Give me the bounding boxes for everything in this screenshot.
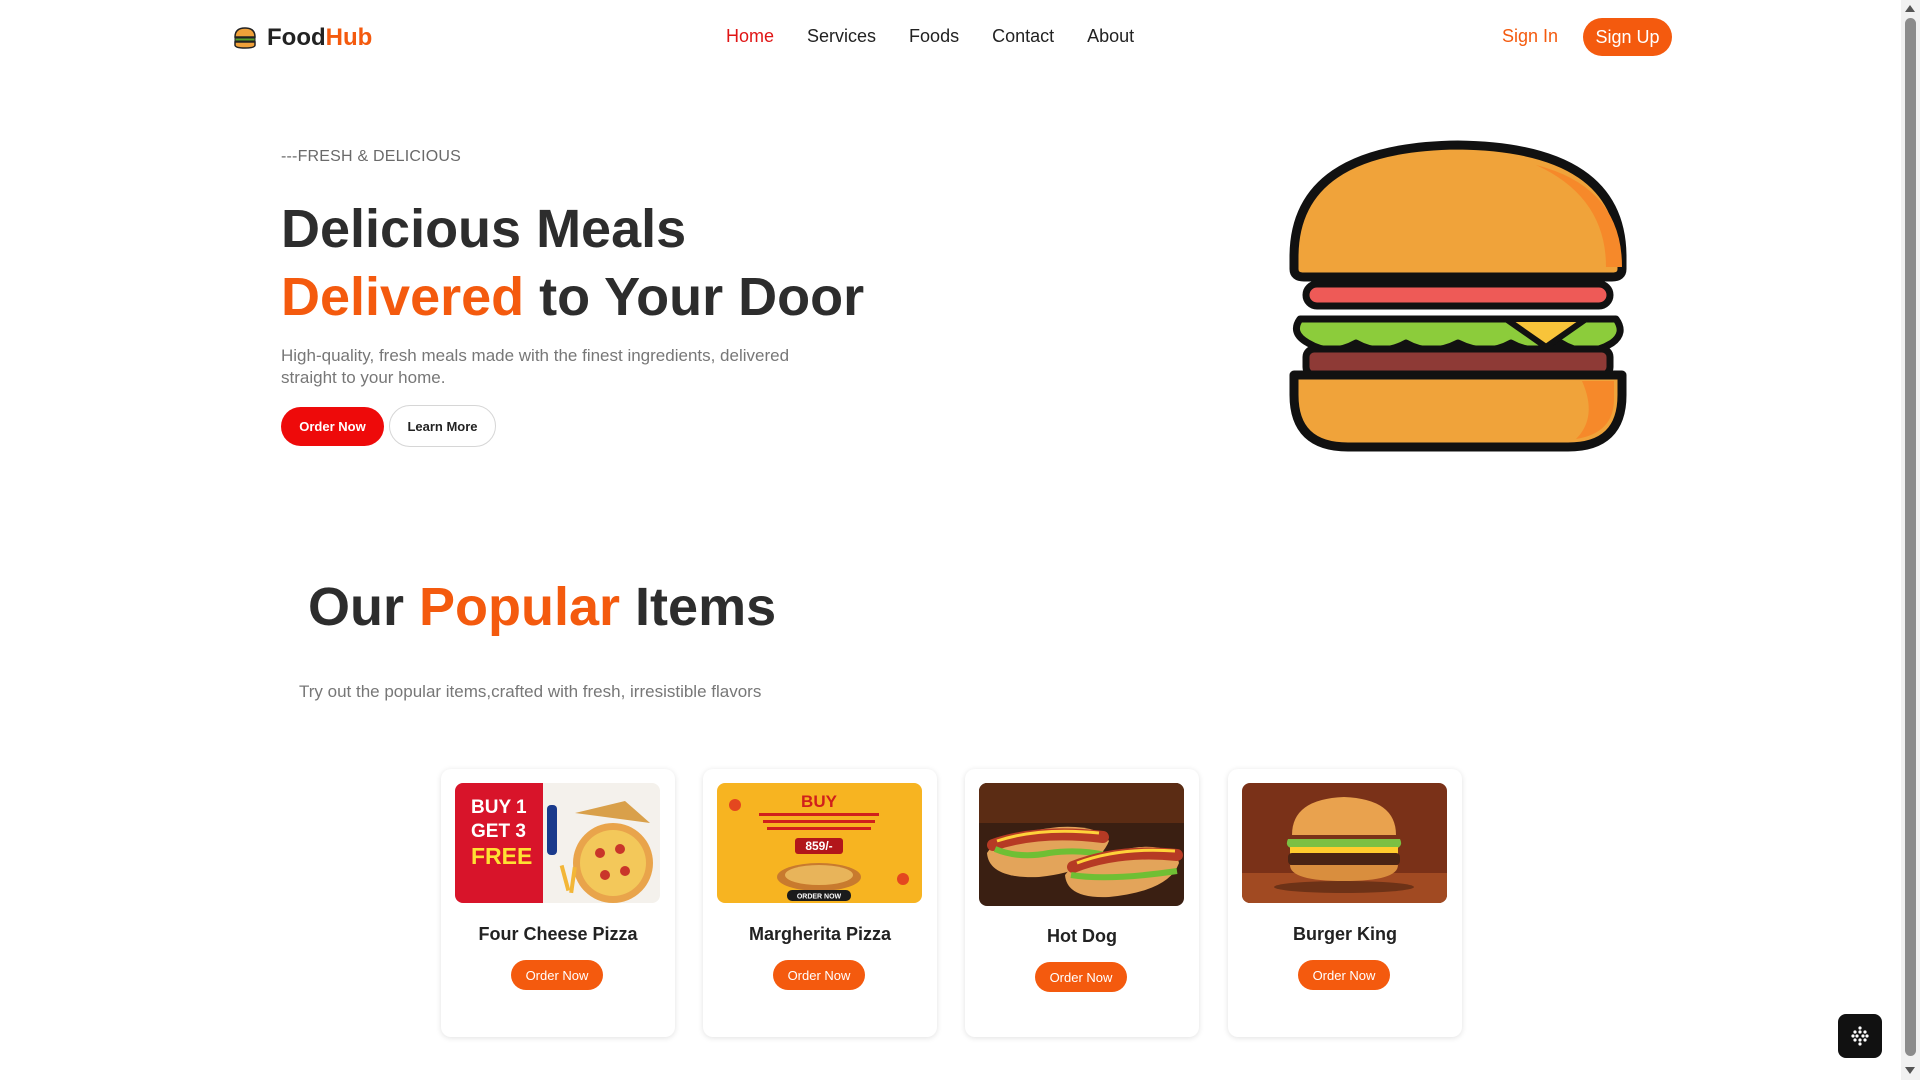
burger-illustration bbox=[1289, 140, 1627, 452]
food-card-four-cheese-pizza: BUY 1 GET 3 FREE Four Cheese Pizza Order… bbox=[441, 769, 675, 1037]
food-name: Burger King bbox=[1292, 924, 1397, 944]
food-name: Four Cheese Pizza bbox=[478, 924, 638, 944]
promo-text: GET 3 bbox=[471, 821, 526, 842]
food-image-margherita-pizza: BUY 859/- ORDER NOW bbox=[717, 783, 922, 903]
nav-foods[interactable]: Foods bbox=[909, 26, 959, 47]
main-nav: Home Services Foods Contact About bbox=[726, 26, 1134, 47]
nav-home[interactable]: Home bbox=[726, 26, 774, 47]
order-now-button[interactable]: Order Now bbox=[773, 960, 865, 990]
food-image-hot-dog bbox=[979, 783, 1184, 906]
top-navbar: FoodHub Home Services Foods Contact Abou… bbox=[0, 0, 1900, 76]
food-name: Hot Dog bbox=[1047, 926, 1117, 946]
food-name: Margherita Pizza bbox=[748, 924, 892, 944]
popular-section-title: Our Popular Items bbox=[308, 577, 777, 637]
food-card-margherita-pizza: BUY 859/- ORDER NOW Margherita Pizza Ord… bbox=[703, 769, 937, 1037]
hero-title: Delicious Meals Delivered to Your Door bbox=[281, 199, 865, 327]
brand-logo[interactable]: FoodHub bbox=[233, 24, 372, 52]
order-now-button[interactable]: Order Now bbox=[1298, 960, 1390, 990]
sign-up-button[interactable]: Sign Up bbox=[1583, 18, 1672, 56]
order-now-button[interactable]: Order Now bbox=[511, 960, 603, 990]
hero-kicker: ---FRESH & DELICIOUS bbox=[281, 148, 462, 165]
burger-icon bbox=[234, 27, 256, 49]
promo-cta: ORDER NOW bbox=[797, 894, 842, 901]
popular-section-subtitle: Try out the popular items,crafted with f… bbox=[299, 682, 762, 701]
scroll-thumb[interactable] bbox=[1905, 18, 1916, 1056]
nav-about[interactable]: About bbox=[1087, 26, 1134, 47]
nav-contact[interactable]: Contact bbox=[992, 26, 1054, 47]
extension-logo-icon bbox=[1851, 1026, 1869, 1046]
food-card-burger-king: Burger King Order Now bbox=[1228, 769, 1462, 1037]
food-image-burger-king bbox=[1242, 783, 1447, 903]
promo-price: 859/- bbox=[805, 839, 832, 853]
sign-in-link[interactable]: Sign In bbox=[1502, 26, 1558, 47]
hero-description: High-quality, fresh meals made with the … bbox=[281, 346, 790, 387]
hero-order-now-button[interactable]: Order Now bbox=[281, 407, 384, 446]
order-now-button[interactable]: Order Now bbox=[1035, 962, 1127, 992]
food-card-hot-dog: Hot Dog Order Now bbox=[965, 769, 1199, 1037]
promo-text: FREE bbox=[471, 843, 532, 869]
page-scrollbar[interactable] bbox=[1901, 0, 1920, 1080]
hero-learn-more-button[interactable]: Learn More bbox=[389, 405, 496, 447]
nav-services[interactable]: Services bbox=[807, 26, 876, 47]
scroll-down-icon[interactable] bbox=[1905, 1067, 1915, 1074]
brand-name: FoodHub bbox=[267, 24, 373, 51]
scroll-up-icon[interactable] bbox=[1905, 5, 1915, 12]
promo-text: BUY bbox=[801, 792, 838, 811]
promo-text: BUY 1 bbox=[471, 797, 527, 818]
extension-icon[interactable] bbox=[1838, 1014, 1882, 1058]
food-image-four-cheese-pizza: BUY 1 GET 3 FREE bbox=[455, 783, 660, 903]
